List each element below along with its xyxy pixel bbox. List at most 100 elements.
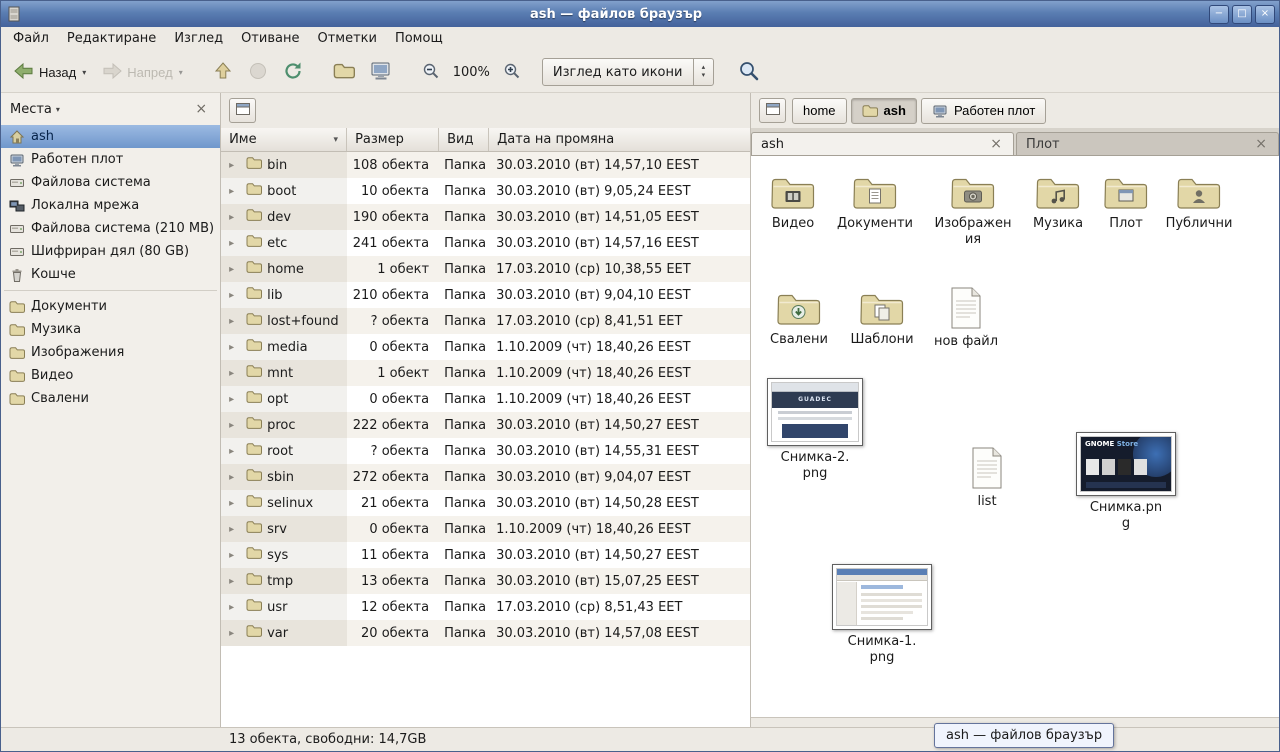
expander-icon[interactable]: ▸: [229, 238, 241, 249]
breadcrumb-button[interactable]: home: [792, 98, 847, 124]
expander-icon[interactable]: ▸: [229, 264, 241, 275]
sidebar-item[interactable]: Свалени: [1, 387, 220, 410]
expander-icon[interactable]: ▸: [229, 368, 241, 379]
column-header-size[interactable]: Размер: [347, 128, 439, 151]
view-mode-spinner-icon[interactable]: ▴▾: [693, 59, 713, 85]
back-dropdown-icon[interactable]: ▾: [82, 68, 86, 77]
icon-view-item[interactable]: GNOME Store Снимка.png: [1070, 432, 1182, 533]
expander-icon[interactable]: ▸: [229, 524, 241, 535]
sidebar-item[interactable]: Работен плот: [1, 148, 220, 171]
home-button[interactable]: [327, 56, 361, 88]
icon-view[interactable]: Видео Документи Изображения Музи: [751, 156, 1279, 717]
expander-icon[interactable]: ▸: [229, 498, 241, 509]
icon-view-item[interactable]: Снимка-1.png: [826, 564, 938, 667]
menu-item[interactable]: Отиване: [232, 27, 308, 52]
maximize-button[interactable]: □: [1232, 5, 1252, 24]
icon-view-item[interactable]: Публични: [1159, 174, 1239, 232]
sidebar-item[interactable]: Музика: [1, 318, 220, 341]
expander-icon[interactable]: ▸: [229, 446, 241, 457]
breadcrumb-button[interactable]: Работен плот: [921, 98, 1046, 124]
file-row[interactable]: ▸ bin 108 обекта Папка 30.03.2010 (вт) 1…: [221, 152, 750, 178]
expander-icon[interactable]: ▸: [229, 576, 241, 587]
expander-icon[interactable]: ▸: [229, 316, 241, 327]
sidebar-item[interactable]: Кошче: [1, 263, 220, 286]
icon-view-item[interactable]: Плот: [1086, 174, 1166, 232]
sidebar-item[interactable]: Файлова система (210 MB): [1, 217, 220, 240]
file-row[interactable]: ▸ usr 12 обекта Папка 17.03.2010 (ср) 8,…: [221, 594, 750, 620]
file-row[interactable]: ▸ lost+found ? обекта Папка 17.03.2010 (…: [221, 308, 750, 334]
file-row[interactable]: ▸ selinux 21 обекта Папка 30.03.2010 (вт…: [221, 490, 750, 516]
icon-view-item[interactable]: нов файл: [926, 286, 1006, 350]
file-row[interactable]: ▸ opt 0 обекта Папка 1.10.2009 (чт) 18,4…: [221, 386, 750, 412]
file-row[interactable]: ▸ boot 10 обекта Папка 30.03.2010 (вт) 9…: [221, 178, 750, 204]
file-row[interactable]: ▸ home 1 обект Папка 17.03.2010 (ср) 10,…: [221, 256, 750, 282]
reload-button[interactable]: [277, 56, 309, 88]
expander-icon[interactable]: ▸: [229, 420, 241, 431]
file-row[interactable]: ▸ sbin 272 обекта Папка 30.03.2010 (вт) …: [221, 464, 750, 490]
expander-icon[interactable]: ▸: [229, 160, 241, 171]
sidebar-close-icon[interactable]: ×: [191, 101, 211, 117]
expander-icon[interactable]: ▸: [229, 342, 241, 353]
expander-icon[interactable]: ▸: [229, 394, 241, 405]
icon-view-item[interactable]: GUADEC Снимка-2.png: [759, 378, 871, 483]
column-header-type[interactable]: Вид: [439, 128, 489, 151]
expander-icon[interactable]: ▸: [229, 212, 241, 223]
file-row[interactable]: ▸ tmp 13 обекта Папка 30.03.2010 (вт) 15…: [221, 568, 750, 594]
close-button[interactable]: ×: [1255, 5, 1275, 24]
icon-view-item[interactable]: Шаблони: [842, 290, 922, 348]
tab-close-icon[interactable]: ×: [988, 136, 1004, 152]
search-button[interactable]: [732, 56, 766, 88]
pane-location-toggle-button[interactable]: [759, 98, 786, 123]
sidebar-item[interactable]: Документи: [1, 295, 220, 318]
tab[interactable]: ash ×: [751, 132, 1014, 155]
stop-button[interactable]: [242, 56, 274, 88]
file-row[interactable]: ▸ mnt 1 обект Папка 1.10.2009 (чт) 18,40…: [221, 360, 750, 386]
minimize-button[interactable]: −: [1209, 5, 1229, 24]
column-header-name[interactable]: Име ▾: [221, 128, 347, 151]
forward-dropdown-icon[interactable]: ▾: [179, 68, 183, 77]
file-row[interactable]: ▸ lib 210 обекта Папка 30.03.2010 (вт) 9…: [221, 282, 750, 308]
zoom-in-button[interactable]: [497, 56, 527, 88]
file-row[interactable]: ▸ var 20 обекта Папка 30.03.2010 (вт) 14…: [221, 620, 750, 646]
file-row[interactable]: ▸ root ? обекта Папка 30.03.2010 (вт) 14…: [221, 438, 750, 464]
file-row[interactable]: ▸ etc 241 обекта Папка 30.03.2010 (вт) 1…: [221, 230, 750, 256]
up-button[interactable]: [207, 56, 239, 88]
sidebar-dropdown-icon[interactable]: ▾: [56, 105, 60, 114]
expander-icon[interactable]: ▸: [229, 186, 241, 197]
sidebar-item[interactable]: Файлова система: [1, 171, 220, 194]
file-row[interactable]: ▸ srv 0 обекта Папка 1.10.2009 (чт) 18,4…: [221, 516, 750, 542]
tab[interactable]: Плот ×: [1016, 132, 1279, 155]
breadcrumb-button[interactable]: ash: [851, 98, 917, 124]
back-button[interactable]: Назад ▾: [7, 56, 92, 88]
expander-icon[interactable]: ▸: [229, 628, 241, 639]
menu-item[interactable]: Отметки: [308, 27, 385, 52]
zoom-out-button[interactable]: [416, 56, 446, 88]
icon-view-item[interactable]: Документи: [835, 174, 915, 232]
icon-view-item[interactable]: list: [947, 446, 1027, 510]
menu-item[interactable]: Редактиране: [58, 27, 165, 52]
titlebar[interactable]: ash — файлов браузър − □ ×: [1, 1, 1279, 27]
tab-close-icon[interactable]: ×: [1253, 136, 1269, 152]
menu-item[interactable]: Изглед: [165, 27, 232, 52]
pane-location-toggle-button[interactable]: [229, 98, 256, 123]
expander-icon[interactable]: ▸: [229, 602, 241, 613]
file-row[interactable]: ▸ sys 11 обекта Папка 30.03.2010 (вт) 14…: [221, 542, 750, 568]
sidebar-item[interactable]: ash: [1, 125, 220, 148]
file-row[interactable]: ▸ proc 222 обекта Папка 30.03.2010 (вт) …: [221, 412, 750, 438]
icon-view-item[interactable]: Свалени: [759, 290, 839, 348]
icon-view-item[interactable]: Видео: [753, 174, 833, 232]
icon-view-item[interactable]: Изображения: [933, 174, 1013, 249]
forward-button[interactable]: Напред ▾: [95, 56, 188, 88]
menu-item[interactable]: Файл: [4, 27, 58, 52]
expander-icon[interactable]: ▸: [229, 290, 241, 301]
menu-item[interactable]: Помощ: [386, 27, 452, 52]
sidebar-item[interactable]: Видео: [1, 364, 220, 387]
file-row[interactable]: ▸ media 0 обекта Папка 1.10.2009 (чт) 18…: [221, 334, 750, 360]
sidebar-item[interactable]: Изображения: [1, 341, 220, 364]
sidebar-item[interactable]: Локална мрежа: [1, 194, 220, 217]
view-mode-select[interactable]: Изглед като икони ▴▾: [542, 58, 714, 86]
file-row[interactable]: ▸ dev 190 обекта Папка 30.03.2010 (вт) 1…: [221, 204, 750, 230]
expander-icon[interactable]: ▸: [229, 550, 241, 561]
column-header-date[interactable]: Дата на промяна: [489, 128, 750, 151]
computer-button[interactable]: [364, 56, 398, 88]
